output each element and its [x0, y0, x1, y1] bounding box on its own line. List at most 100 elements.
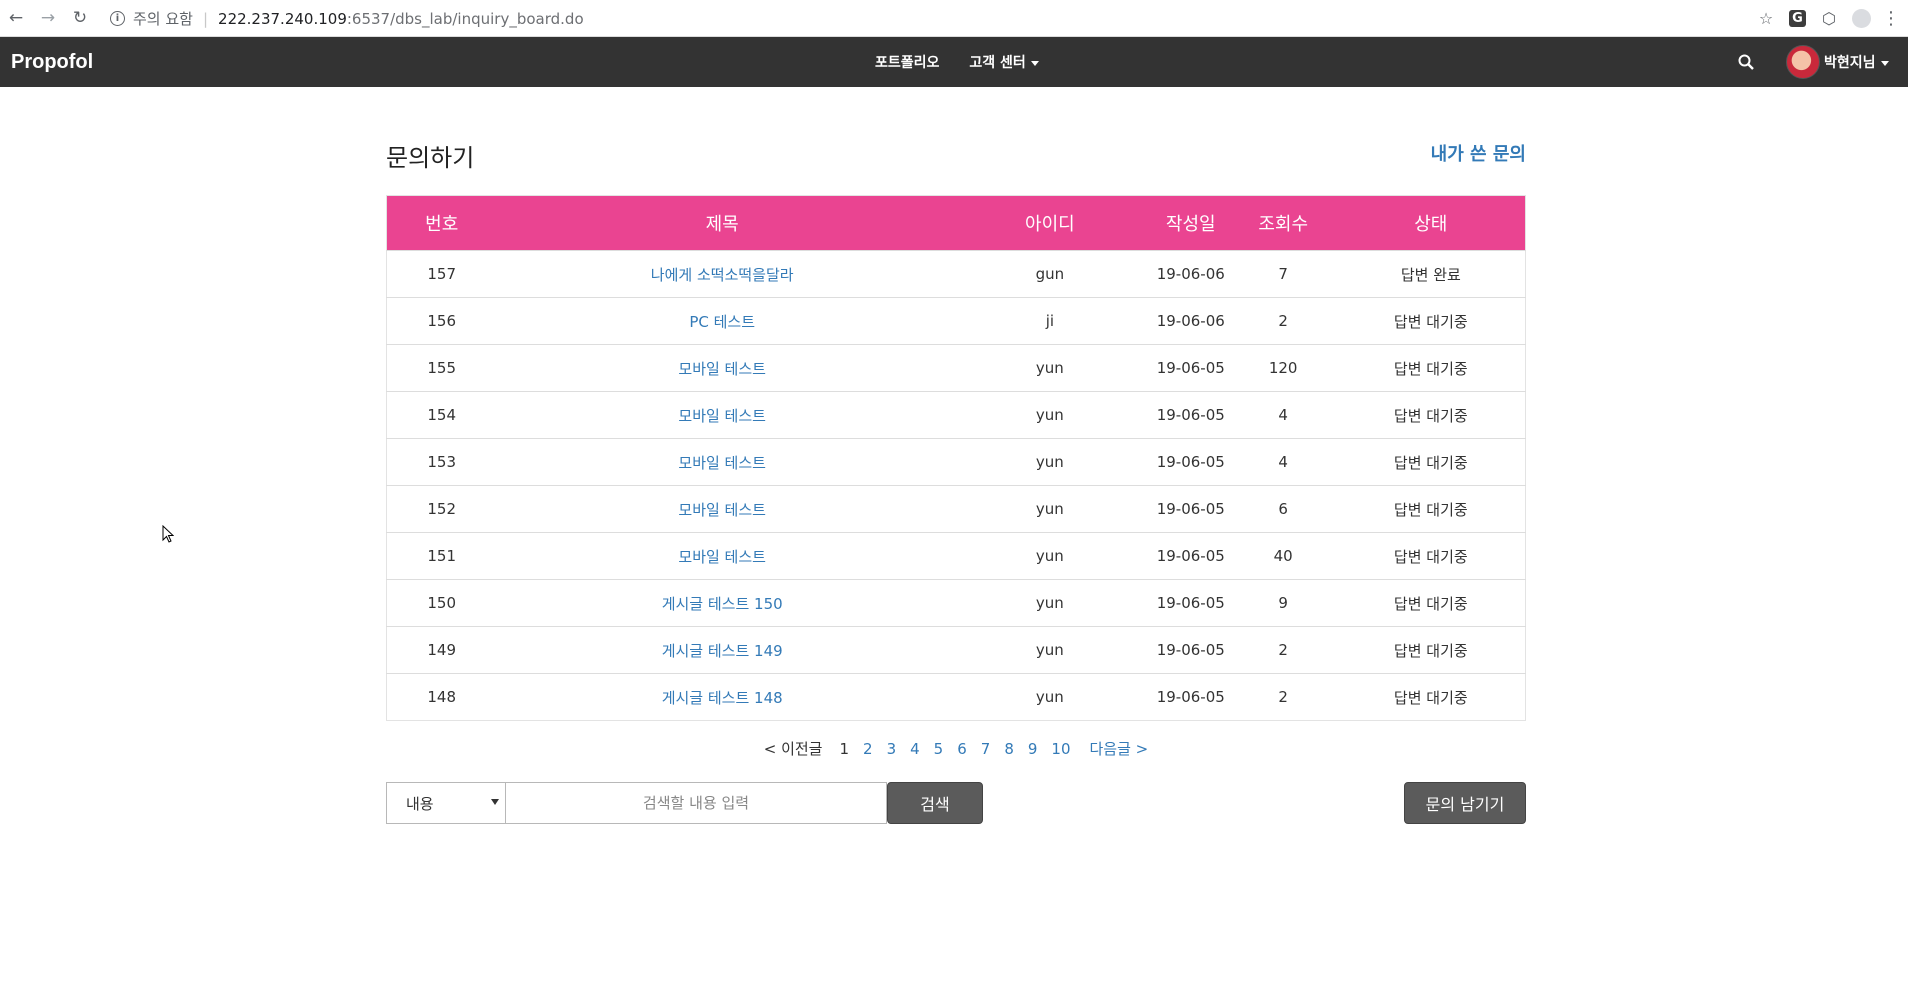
search-button[interactable]: 검색	[887, 782, 983, 824]
table-header-row: 번호 제목 아이디 작성일 조회수 상태	[386, 195, 1526, 251]
cell-date: 19-06-05	[1151, 438, 1230, 486]
cell-id: yun	[947, 391, 1152, 439]
table-row: 154 모바일 테스트 yun 19-06-05 4 답변 대기중	[386, 391, 1526, 439]
prev-page-link[interactable]: < 이전글	[764, 738, 823, 759]
nav-customer-center[interactable]: 고객 센터	[969, 52, 1039, 72]
page-link[interactable]: 8	[1004, 740, 1014, 758]
cell-number: 150	[386, 579, 497, 627]
cell-views: 2	[1229, 673, 1337, 721]
address-bar[interactable]: i 주의 요함 | 222.237.240.109 :6537/dbs_lab/…	[110, 0, 584, 37]
nav-customer-center-label: 고객 센터	[969, 55, 1026, 71]
inquiry-table: 번호 제목 아이디 작성일 조회수 상태 157 나에게 소떡소떡을달라 gun…	[386, 195, 1526, 721]
cell-views: 6	[1229, 485, 1337, 533]
cell-title-link[interactable]: 나에게 소떡소떡을달라	[496, 250, 948, 298]
cell-views: 9	[1229, 579, 1337, 627]
search-icon[interactable]	[1738, 37, 1754, 87]
header-id: 아이디	[1025, 214, 1075, 235]
info-icon[interactable]: i	[110, 11, 125, 26]
cell-title-link[interactable]: PC 테스트	[496, 297, 948, 345]
cell-title-link[interactable]: 모바일 테스트	[496, 438, 948, 486]
cell-number: 154	[386, 391, 497, 439]
page-link[interactable]: 6	[957, 740, 967, 758]
header-status: 상태	[1414, 214, 1448, 235]
table-row: 156 PC 테스트 ji 19-06-06 2 답변 대기중	[386, 297, 1526, 345]
header-title: 제목	[705, 214, 739, 235]
forward-icon[interactable]: →	[32, 0, 64, 37]
brand-logo[interactable]: Propofol	[11, 37, 93, 87]
table-row: 148 게시글 테스트 148 yun 19-06-05 2 답변 대기중	[386, 673, 1526, 721]
reload-icon[interactable]: ↻	[64, 0, 96, 37]
write-inquiry-button[interactable]: 문의 남기기	[1404, 782, 1526, 824]
cell-id: yun	[947, 344, 1152, 392]
table-row: 150 게시글 테스트 150 yun 19-06-05 9 답변 대기중	[386, 579, 1526, 627]
page-link[interactable]: 2	[863, 740, 873, 758]
cell-id: yun	[947, 579, 1152, 627]
browser-toolbar: ← → ↻ i 주의 요함 | 222.237.240.109 :6537/db…	[0, 0, 1908, 37]
cell-id: gun	[947, 250, 1152, 298]
table-row: 152 모바일 테스트 yun 19-06-05 6 답변 대기중	[386, 485, 1526, 533]
star-icon[interactable]: ☆	[1756, 9, 1776, 29]
cell-title-link[interactable]: 모바일 테스트	[496, 485, 948, 533]
cell-id: yun	[947, 438, 1152, 486]
cell-title-link[interactable]: 게시글 테스트 150	[496, 579, 948, 627]
page-link[interactable]: 7	[981, 740, 991, 758]
user-menu[interactable]: 박현지님	[1786, 37, 1889, 87]
cell-status: 답변 대기중	[1336, 297, 1526, 345]
header-number: 번호	[425, 214, 459, 235]
next-page-link[interactable]: 다음글 >	[1090, 738, 1149, 759]
cell-date: 19-06-05	[1151, 485, 1230, 533]
avatar	[1786, 45, 1820, 79]
profile-icon[interactable]	[1852, 9, 1871, 28]
cell-id: yun	[947, 485, 1152, 533]
extension-icon[interactable]: ⬡	[1819, 9, 1839, 29]
cell-title-link[interactable]: 모바일 테스트	[496, 344, 948, 392]
cell-status: 답변 대기중	[1336, 579, 1526, 627]
page-link[interactable]: 5	[934, 740, 944, 758]
address-separator: |	[202, 9, 209, 28]
cell-number: 152	[386, 485, 497, 533]
cell-title-link[interactable]: 모바일 테스트	[496, 532, 948, 580]
nav-portfolio[interactable]: 포트폴리오	[875, 52, 939, 72]
cell-views: 2	[1229, 297, 1337, 345]
cell-date: 19-06-06	[1151, 297, 1230, 345]
cell-status: 답변 대기중	[1336, 344, 1526, 392]
nav-portfolio-label: 포트폴리오	[875, 55, 940, 71]
cell-views: 120	[1229, 344, 1337, 392]
cell-number: 156	[386, 297, 497, 345]
header-views: 조회수	[1258, 214, 1309, 235]
page-link[interactable]: 4	[910, 740, 920, 758]
table-row: 155 모바일 테스트 yun 19-06-05 120 답변 대기중	[386, 344, 1526, 392]
site-navbar: Propofol 포트폴리오 고객 센터 박현지님	[0, 37, 1908, 87]
cell-number: 151	[386, 532, 497, 580]
page-link[interactable]: 10	[1051, 740, 1070, 758]
page-link[interactable]: 3	[887, 740, 897, 758]
cell-views: 2	[1229, 626, 1337, 674]
more-menu-icon[interactable]: ⋮	[1882, 8, 1900, 29]
user-name: 박현지님	[1824, 55, 1876, 71]
search-input[interactable]	[506, 782, 887, 824]
page-link-current[interactable]: 1	[839, 740, 849, 758]
title-row: 문의하기 내가 쓴 문의	[386, 128, 1526, 183]
cell-date: 19-06-05	[1151, 579, 1230, 627]
cell-number: 149	[386, 626, 497, 674]
cell-date: 19-06-05	[1151, 673, 1230, 721]
cell-number: 157	[386, 250, 497, 298]
cell-title-link[interactable]: 게시글 테스트 149	[496, 626, 948, 674]
cell-title-link[interactable]: 모바일 테스트	[496, 391, 948, 439]
cell-title-link[interactable]: 게시글 테스트 148	[496, 673, 948, 721]
dropdown-arrow-icon	[491, 799, 499, 805]
extension-g-icon[interactable]: G	[1789, 10, 1806, 27]
cell-id: ji	[947, 297, 1152, 345]
page-link[interactable]: 9	[1028, 740, 1038, 758]
cell-views: 7	[1229, 250, 1337, 298]
my-inquiries-link[interactable]: 내가 쓴 문의	[1431, 140, 1526, 166]
search-bar: 내용 검색 문의 남기기	[386, 782, 1526, 824]
search-type-select[interactable]: 내용	[386, 782, 506, 824]
caret-down-icon	[1880, 60, 1889, 66]
cell-date: 19-06-05	[1151, 626, 1230, 674]
back-icon[interactable]: ←	[0, 0, 32, 37]
search-type-value: 내용	[406, 794, 434, 813]
cell-status: 답변 대기중	[1336, 673, 1526, 721]
cell-date: 19-06-05	[1151, 532, 1230, 580]
header-date: 작성일	[1165, 214, 1216, 235]
